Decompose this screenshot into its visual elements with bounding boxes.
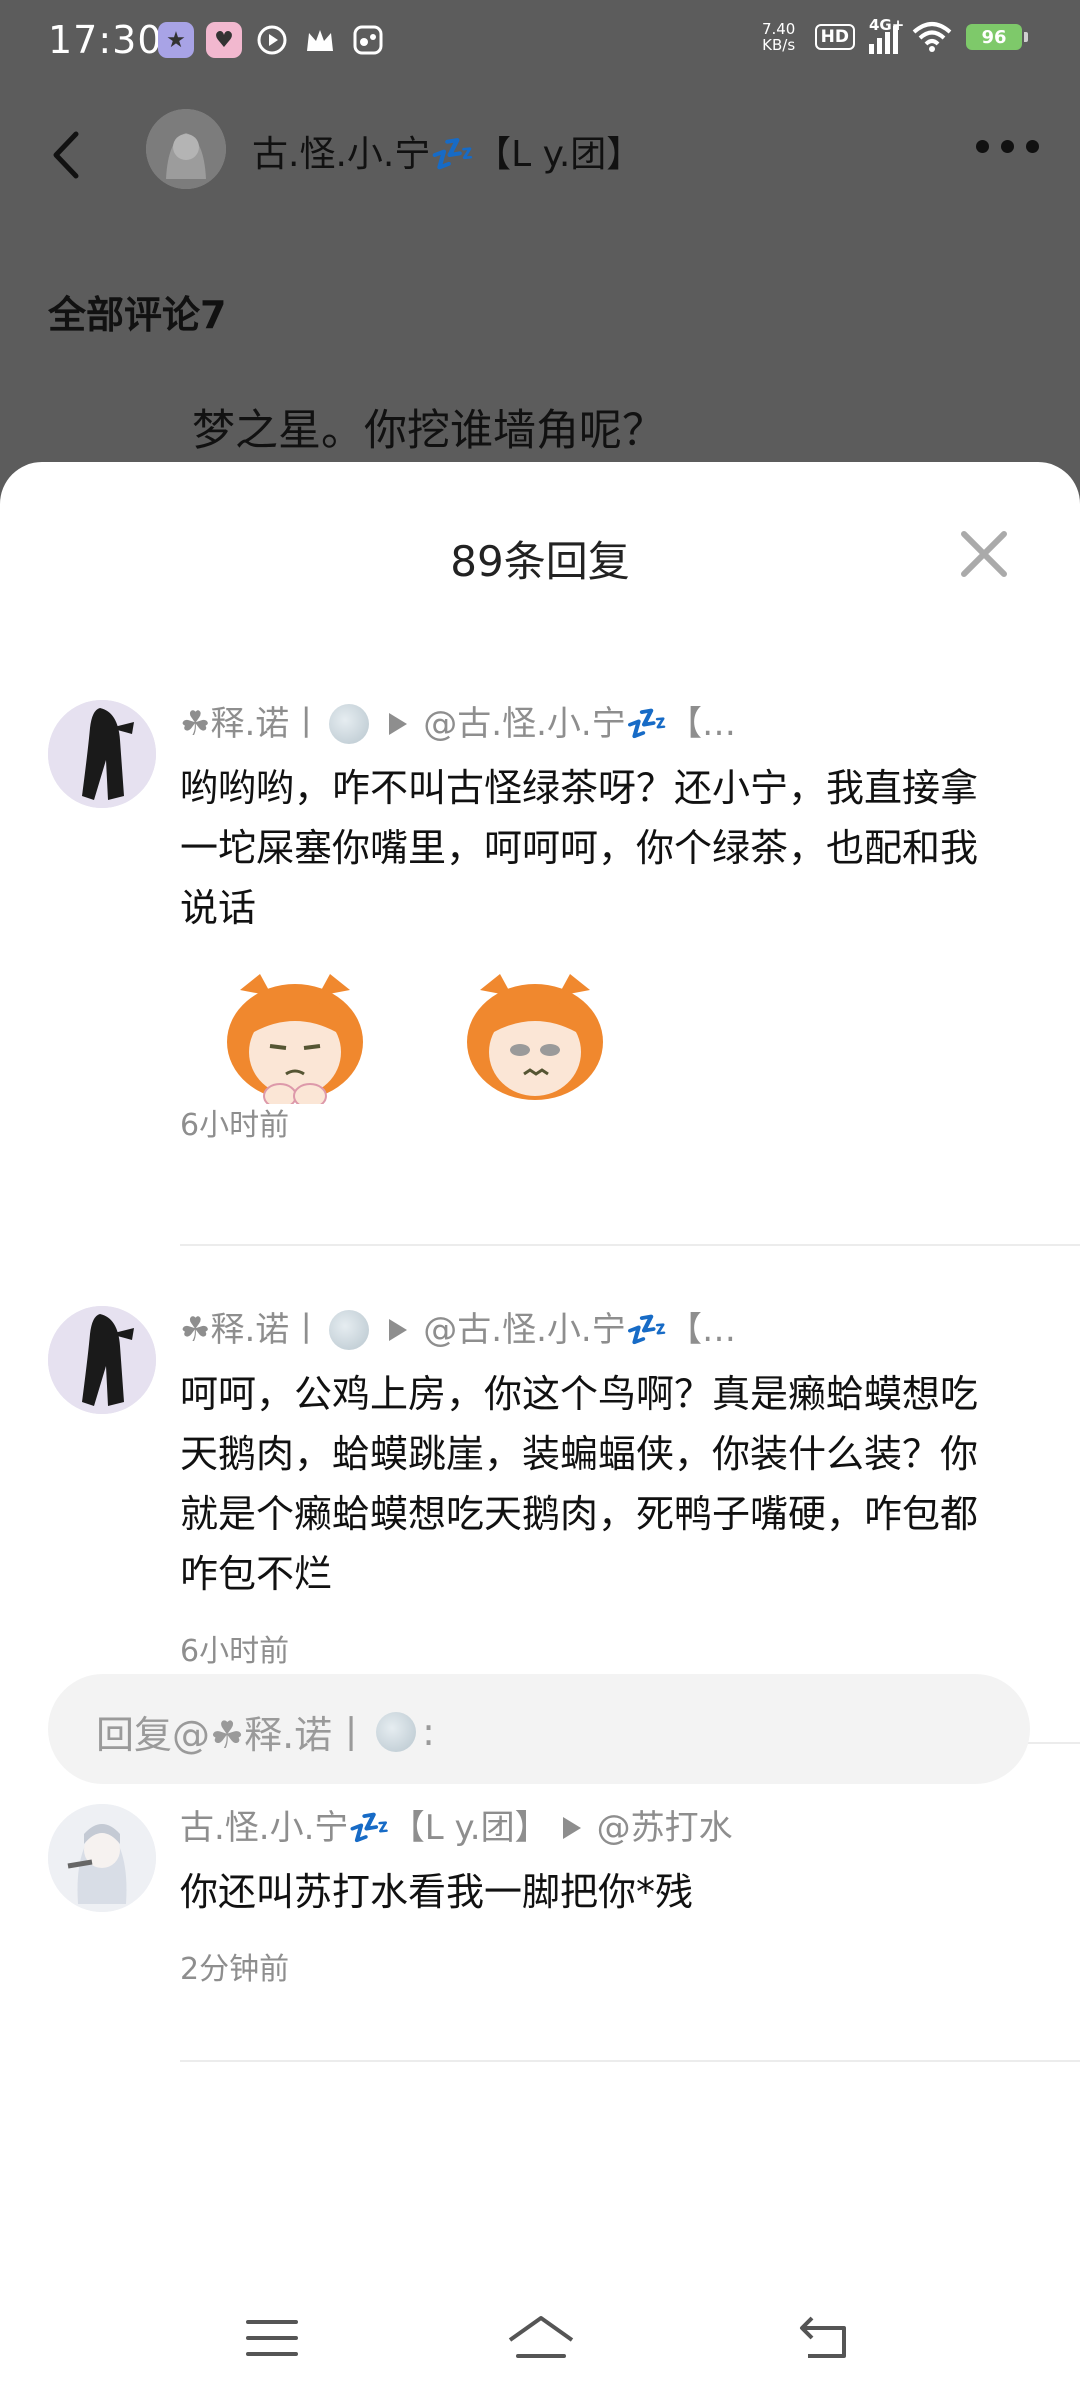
more-dot — [975, 139, 989, 153]
sleepy-face-sticker-icon — [467, 974, 603, 1100]
home-icon — [508, 2316, 574, 2358]
nav-avatar[interactable] — [146, 109, 226, 189]
battery-level: 96 — [981, 26, 1007, 48]
status-bar: 17:30 ★ ♥ 7.40 KB/s HD 4G+ 96 — [0, 0, 1080, 82]
reply-author[interactable]: ☘释.诺丨 — [180, 700, 323, 748]
placeholder-prefix: 回复@☘释.诺丨 — [96, 1713, 371, 1757]
sheet-title: 89条回复 — [450, 537, 630, 586]
grumpy-face-sticker-icon — [227, 974, 363, 1109]
replies-sheet: 89条回复 ☘释.诺丨 @古.怪.小.宁💤【… 哟哟哟，咋不叫古怪绿茶呀？还小宁… — [0, 462, 1080, 2408]
reply-time: 6小时前 — [180, 1634, 290, 1669]
reply-time: 6小时前 — [180, 1108, 290, 1143]
gamepad-icon — [350, 22, 386, 58]
sticker-grumpy[interactable] — [210, 970, 380, 1109]
reply-item[interactable]: ☘释.诺丨 @古.怪.小.宁💤【… 呵呵，公鸡上房，你这个鸟啊？真是癞蛤蟆想吃天… — [0, 1306, 1080, 1726]
network-speed: 7.40 KB/s — [757, 21, 801, 53]
reply-body: ☘释.诺丨 @古.怪.小.宁💤【… 呵呵，公鸡上房，你这个鸟啊？真是癞蛤蟆想吃天… — [180, 1306, 1040, 1670]
reply-meta: ☘释.诺丨 @古.怪.小.宁💤【… — [180, 1306, 1040, 1354]
placeholder-suffix: : — [422, 1709, 435, 1754]
status-app-icons: ★ ♥ — [158, 22, 386, 58]
screen: 17:30 ★ ♥ 7.40 KB/s HD 4G+ 96 古.怪.小.宁💤【L… — [0, 0, 1080, 2408]
reply-divider — [180, 2060, 1080, 2062]
all-comments-header: 全部评论7 — [48, 293, 227, 337]
reply-arrow-icon — [389, 713, 408, 735]
network-speed-unit: KB/s — [762, 36, 796, 54]
video-play-icon — [254, 22, 290, 58]
home-button[interactable] — [506, 2310, 576, 2366]
reply-arrow-icon — [389, 1319, 408, 1341]
chevron-left-icon — [53, 131, 79, 179]
reply-author[interactable]: ☘释.诺丨 — [180, 1306, 323, 1354]
moon-emoji-icon — [329, 1310, 370, 1350]
reply-to[interactable]: @古.怪.小.宁💤【… — [423, 1306, 736, 1354]
anime-app-icon: ♥ — [206, 22, 242, 58]
game-app-icon: ★ — [158, 22, 194, 58]
menu-icon — [246, 2320, 298, 2356]
nav-title: 古.怪.小.宁💤【L y.团】 — [252, 134, 643, 175]
background-page: 17:30 ★ ♥ 7.40 KB/s HD 4G+ 96 古.怪.小.宁💤【L… — [0, 0, 1080, 520]
system-nav-bar — [0, 2262, 1080, 2408]
reply-avatar[interactable] — [48, 1306, 156, 1414]
signal-label: 4G+ — [869, 16, 905, 34]
background-comment: 梦之星。你挖谁墙角呢？ — [192, 406, 665, 456]
reply-time: 2分钟前 — [180, 1952, 290, 1987]
reply-to[interactable]: @苏打水 — [597, 1804, 733, 1852]
close-icon — [961, 531, 1007, 577]
crown-icon — [302, 22, 338, 58]
reply-item[interactable]: 古.怪.小.宁💤【L y.团】 @苏打水 你还叫苏打水看我一脚把你*残 2分钟前 — [0, 1804, 1080, 2034]
back-nav-button[interactable] — [794, 2310, 854, 2366]
reply-text: 哟哟哟，咋不叫古怪绿茶呀？还小宁，我直接拿一坨屎塞你嘴里，呵呵呵，你个绿茶，也配… — [180, 766, 979, 930]
reply-divider — [180, 1244, 1080, 1246]
signal-icon: 4G+ — [869, 16, 904, 54]
reply-author[interactable]: 古.怪.小.宁💤【L y.团】 — [180, 1804, 549, 1852]
reply-text: 呵呵，公鸡上房，你这个鸟啊？真是癞蛤蟆想吃天鹅肉，蛤蟆跳崖，装蝙蝠侠，你装什么装… — [180, 1372, 979, 1596]
network-speed-value: 7.40 — [761, 20, 796, 38]
reply-text: 你还叫苏打水看我一脚把你*残 — [180, 1870, 694, 1914]
moon-emoji-icon — [376, 1711, 417, 1752]
moon-emoji-icon — [329, 704, 370, 744]
reply-avatar[interactable] — [48, 700, 156, 808]
hd-badge: HD — [814, 24, 855, 50]
reply-input-placeholder: 回复@☘释.诺丨 : — [96, 1704, 435, 1759]
sticker-row — [210, 970, 620, 1109]
reply-meta: 古.怪.小.宁💤【L y.团】 @苏打水 — [180, 1804, 1040, 1852]
battery-icon: 96 — [966, 24, 1028, 50]
close-button[interactable] — [956, 526, 1012, 582]
reply-input[interactable]: 回复@☘释.诺丨 : — [48, 1674, 1030, 1784]
status-indicators: 7.40 KB/s HD 4G+ 96 — [757, 16, 1028, 54]
more-dot — [1000, 139, 1014, 153]
reply-meta: ☘释.诺丨 @古.怪.小.宁💤【… — [180, 700, 1040, 748]
sticker-sleepy[interactable] — [450, 970, 620, 1104]
reply-body: ☘释.诺丨 @古.怪.小.宁💤【… 哟哟哟，咋不叫古怪绿茶呀？还小宁，我直接拿一… — [180, 700, 1040, 938]
back-icon — [800, 2316, 846, 2358]
reply-to[interactable]: @古.怪.小.宁💤【… — [423, 700, 736, 748]
more-button[interactable] — [972, 131, 1042, 161]
menu-button[interactable] — [242, 2310, 302, 2366]
wifi-icon — [912, 22, 952, 52]
reply-body: 古.怪.小.宁💤【L y.团】 @苏打水 你还叫苏打水看我一脚把你*残 2分钟前 — [180, 1804, 1040, 1988]
back-button[interactable] — [48, 125, 94, 185]
reply-arrow-icon — [562, 1817, 581, 1839]
reply-avatar[interactable] — [48, 1804, 156, 1912]
nav-bar: 古.怪.小.宁💤【L y.团】 — [0, 95, 1080, 205]
more-dot — [1025, 139, 1039, 153]
status-time: 17:30 — [48, 18, 163, 62]
